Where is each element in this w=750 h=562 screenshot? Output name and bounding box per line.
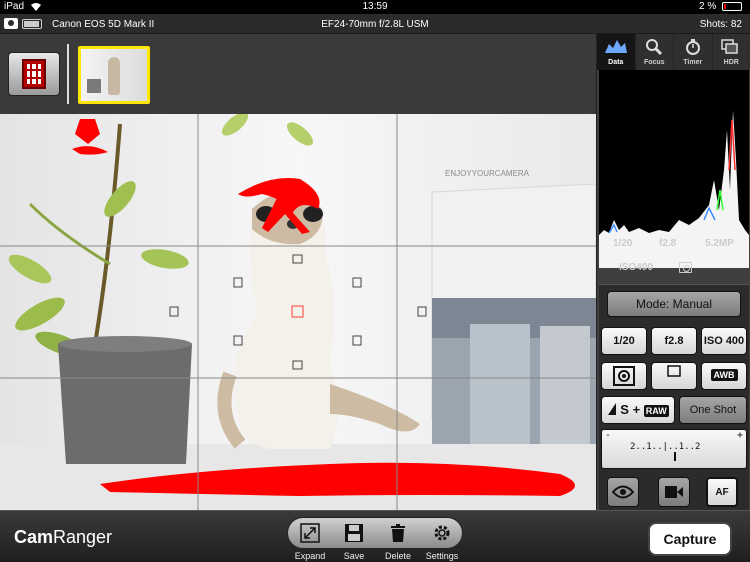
image-thumbnail[interactable] bbox=[78, 46, 150, 104]
histogram-aperture: f2.8 bbox=[659, 238, 677, 249]
tab-data[interactable]: Data bbox=[597, 34, 636, 70]
eye-icon bbox=[611, 485, 635, 499]
battery-percent: 2 % bbox=[698, 1, 717, 12]
trash-icon bbox=[391, 524, 405, 542]
panel-tabs: Data Focus Timer HDR bbox=[597, 34, 750, 70]
lens-name: EF24-70mm f/2.8L USM bbox=[321, 19, 429, 30]
raw-label: RAW bbox=[643, 405, 669, 417]
exposure-meter: - + 2..1..|..1..2 bbox=[601, 429, 747, 469]
metering-button[interactable] bbox=[601, 362, 647, 390]
drive-mode-button[interactable] bbox=[651, 362, 697, 390]
jpeg-quality-icon bbox=[608, 403, 617, 415]
metering-icon bbox=[679, 262, 692, 273]
right-panel: Data Focus Timer HDR 1/20 f2.8 5.2MP ISO… bbox=[596, 34, 750, 510]
tab-hdr[interactable]: HDR bbox=[713, 34, 750, 70]
ios-status-bar: iPad 13:59 2 % bbox=[0, 0, 750, 14]
expand-label: Expand bbox=[294, 551, 326, 561]
awb-label: AWB bbox=[710, 369, 738, 381]
meter-minus: - bbox=[605, 430, 612, 441]
shutter-button[interactable]: 1/20 bbox=[601, 327, 647, 355]
histogram-iso: ISO400 bbox=[619, 262, 653, 273]
live-view-image[interactable]: ENJOYYOURCAMERA bbox=[0, 114, 596, 510]
video-button[interactable] bbox=[658, 477, 690, 507]
iso-button[interactable]: ISO 400 bbox=[701, 327, 747, 355]
meter-scale: 2..1..|..1..2 bbox=[630, 442, 701, 452]
image-actions-group: Expand Save Delete Settings bbox=[287, 517, 463, 561]
gear-icon bbox=[434, 525, 450, 541]
logo-cam: Cam bbox=[14, 527, 54, 547]
magnifier-icon bbox=[646, 39, 663, 56]
tab-label: HDR bbox=[723, 59, 739, 66]
image-quality-button[interactable]: S + RAW bbox=[601, 396, 675, 424]
mode-button[interactable]: Mode: Manual bbox=[607, 291, 741, 317]
camranger-logo: CamRanger bbox=[14, 527, 112, 548]
box-print-text: ENJOYYOURCAMERA bbox=[445, 169, 530, 178]
battery-icon bbox=[722, 2, 742, 11]
gallery-grid-button[interactable] bbox=[8, 52, 60, 96]
tab-label: Focus bbox=[643, 59, 665, 66]
expand-icon bbox=[300, 523, 320, 543]
tab-timer[interactable]: Timer bbox=[674, 34, 713, 70]
meter-plus: + bbox=[736, 430, 743, 441]
video-camera-icon bbox=[665, 486, 683, 498]
af-mode-button[interactable]: One Shot bbox=[679, 396, 747, 424]
capture-button[interactable]: Capture bbox=[648, 522, 732, 556]
logo-ranger: Ranger bbox=[53, 527, 113, 547]
tab-label: Timer bbox=[683, 59, 703, 66]
histogram-resolution: 5.2MP bbox=[705, 238, 734, 249]
white-balance-button[interactable]: AWB bbox=[701, 362, 747, 390]
shots-count: Shots: 82 bbox=[699, 19, 742, 30]
single-shot-icon bbox=[667, 365, 681, 377]
aperture-button[interactable]: f2.8 bbox=[651, 327, 697, 355]
tab-focus[interactable]: Focus bbox=[636, 34, 674, 70]
camera-info-bar: Canon EOS 5D Mark II EF24-70mm f/2.8L US… bbox=[0, 14, 750, 34]
metering-mode-icon bbox=[613, 366, 635, 386]
af-button[interactable]: AF bbox=[706, 477, 738, 507]
live-view-scene: ENJOYYOURCAMERA bbox=[0, 114, 596, 510]
tab-label: Data bbox=[608, 59, 624, 66]
histogram-shutter: 1/20 bbox=[613, 238, 633, 249]
camera-controls: Mode: Manual 1/20 f2.8 ISO 400 AWB S + R… bbox=[599, 284, 749, 510]
save-label: Save bbox=[343, 551, 365, 561]
preview-button[interactable] bbox=[607, 477, 639, 507]
bottom-toolbar: CamRanger Expand Save Delete Settings Ca… bbox=[0, 510, 750, 562]
delete-label: Delete bbox=[384, 551, 411, 561]
thumbnail-strip bbox=[0, 34, 596, 114]
grid-icon bbox=[22, 59, 46, 89]
histogram: 1/20 f2.8 5.2MP bbox=[599, 70, 749, 268]
battery-indicator: 2 % bbox=[699, 1, 742, 12]
save-icon bbox=[345, 524, 363, 542]
meter-needle bbox=[674, 452, 676, 461]
histogram-icon bbox=[604, 40, 627, 53]
strip-divider bbox=[67, 44, 69, 104]
clock: 13:59 bbox=[362, 1, 388, 12]
stopwatch-icon bbox=[685, 39, 700, 55]
hdr-icon bbox=[721, 39, 738, 54]
settings-label: Settings bbox=[425, 551, 459, 561]
